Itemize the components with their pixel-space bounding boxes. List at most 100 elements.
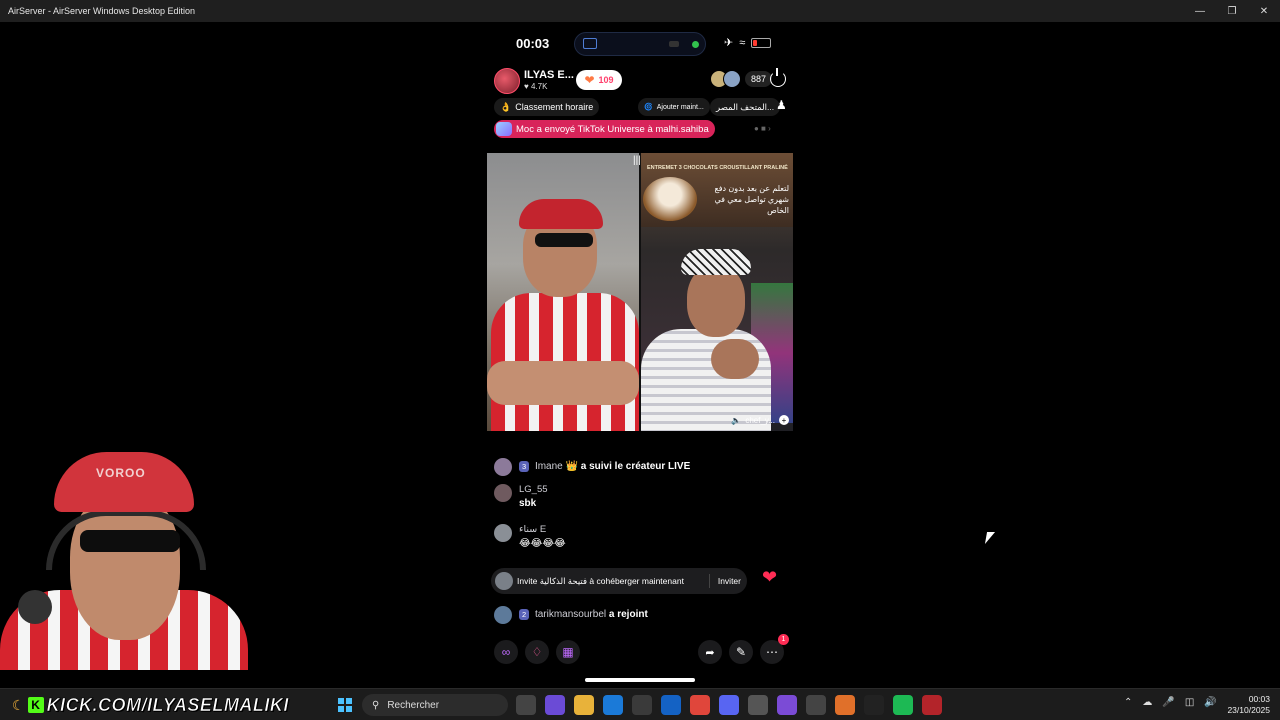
start-button[interactable] xyxy=(338,698,352,712)
add-label: Ajouter maint... xyxy=(656,103,704,111)
gift-extra-icons: ● ■ › xyxy=(754,124,771,133)
cake-image xyxy=(643,177,697,221)
phone-screen: 00:03 ✈ ≈ ILYAS E... ♥ 4.7K ❤ 109 887 👌 xyxy=(484,22,796,688)
share-icon[interactable]: ➦ xyxy=(698,640,722,664)
volume-icon[interactable]: 🔊 xyxy=(1204,697,1216,708)
more-badge: 1 xyxy=(778,634,789,645)
host-arms xyxy=(487,361,639,405)
webcam-overlay: VOROO xyxy=(0,440,248,670)
live-chips: 👌 Classement horaire 🌀 Ajouter maint... … xyxy=(494,98,790,116)
comment-user[interactable]: سناء E xyxy=(519,524,546,535)
edit-icon[interactable]: ✎ xyxy=(729,640,753,664)
host-avatar[interactable] xyxy=(494,68,520,94)
discord-icon[interactable] xyxy=(719,695,739,715)
comment-user[interactable]: LG_55 xyxy=(519,484,548,495)
maximize-button[interactable]: ❐ xyxy=(1216,0,1248,22)
follow-count: 109 xyxy=(598,75,614,85)
invite-text: Invite فتيحة الذكالية à cohéberger maint… xyxy=(517,575,684,586)
phone-status-bar: 00:03 ✈ ≈ xyxy=(484,32,796,56)
gift-banner-text: Moc a envoyé TikTok Universe à malhi.sah… xyxy=(516,123,709,135)
host-likes: ♥ 4.7K xyxy=(524,82,548,91)
cake-poster: ENTREMET 3 CHOCOLATS CROUSTILLANT PRALIN… xyxy=(641,153,793,227)
minimize-button[interactable]: — xyxy=(1184,0,1216,22)
obs-icon[interactable] xyxy=(806,695,826,715)
cap-text: VOROO xyxy=(96,466,146,480)
chevron-up-icon[interactable]: ⌃ xyxy=(1124,697,1132,708)
figure-icon[interactable]: ♟ xyxy=(776,98,787,112)
cohost-invite-bar: Invite فتيحة الذكالية à cohéberger maint… xyxy=(491,568,747,594)
kick-overlay: ☾ K KICK.COM/ILYASELMALIKI xyxy=(12,694,289,716)
tray-clock[interactable]: 00:03 23/10/2025 xyxy=(1226,694,1270,716)
host-glasses xyxy=(535,233,593,247)
arabic-chip[interactable]: المتحف المصر... xyxy=(710,98,781,116)
comment-text: 😂😂😂😂 xyxy=(519,538,566,549)
gift-banner: Moc a envoyé TikTok Universe à malhi.sah… xyxy=(494,120,715,138)
invite-button[interactable]: Inviter xyxy=(718,576,741,586)
home-indicator[interactable] xyxy=(585,678,695,682)
network-icon[interactable]: ◫ xyxy=(1185,697,1194,708)
comment-avatar xyxy=(494,458,512,476)
follow-guest-icon[interactable]: + xyxy=(779,415,789,425)
app-a-icon[interactable] xyxy=(835,695,855,715)
battery-icon xyxy=(751,37,772,48)
left-video-panel[interactable] xyxy=(487,153,639,431)
cake-poster-arabic: لتعلم عن بعد بدون دفع شهري تواصل معي في … xyxy=(714,184,789,215)
screen-mirror-icon xyxy=(583,38,597,49)
mic-icon[interactable]: 🎤 xyxy=(1162,697,1174,708)
match-icon[interactable]: ♢ xyxy=(525,640,549,664)
thumb-icon: 👌 xyxy=(500,101,512,112)
app-b-icon[interactable] xyxy=(864,695,884,715)
taskbar-apps xyxy=(516,695,942,715)
power-icon[interactable] xyxy=(770,68,786,87)
kick-logo-icon: K xyxy=(27,697,44,713)
file-explorer-icon[interactable] xyxy=(574,695,594,715)
follow-button[interactable]: ❤ 109 xyxy=(576,70,622,90)
moon-icon: ☾ xyxy=(12,696,25,713)
host-name[interactable]: ILYAS E... xyxy=(524,69,574,81)
guest-name: chef_y... xyxy=(745,415,775,425)
comment-user[interactable]: Imane xyxy=(535,461,563,472)
outlook-icon[interactable] xyxy=(661,695,681,715)
guest-scarf xyxy=(681,249,751,275)
like-heart-icon[interactable]: ❤ xyxy=(762,567,777,588)
heart-icon: ❤ xyxy=(584,73,595,87)
camera-icon xyxy=(669,41,679,47)
guest-tag[interactable]: 🔈 chef_y... + xyxy=(731,415,789,425)
spotify-icon[interactable] xyxy=(893,695,913,715)
comment-user[interactable]: tarikmansourbel xyxy=(535,609,606,620)
speaker-icon: 🔈 xyxy=(731,415,742,425)
store-icon[interactable] xyxy=(632,695,652,715)
apps-icon[interactable]: ▦ xyxy=(556,640,580,664)
edge-icon[interactable] xyxy=(603,695,623,715)
split-layout-icon[interactable]: ||| xyxy=(633,155,641,166)
airserver-icon[interactable] xyxy=(748,695,768,715)
copilot-icon[interactable] xyxy=(545,695,565,715)
live-host-row: ILYAS E... ♥ 4.7K ❤ 109 887 xyxy=(494,68,790,94)
host-cap xyxy=(519,199,603,229)
collab-icon[interactable]: ∞ xyxy=(494,640,518,664)
windows-taskbar: ☾ K KICK.COM/ILYASELMALIKI ⚲ Rechercher … xyxy=(0,688,1280,720)
guest-hand xyxy=(711,339,759,379)
dynamic-island xyxy=(574,32,706,56)
cloud-icon[interactable]: ☁ xyxy=(1142,697,1152,708)
right-video-panel[interactable]: ENTREMET 3 CHOCOLATS CROUSTILLANT PRALIN… xyxy=(641,153,793,431)
guest-face xyxy=(687,265,745,337)
tray-date: 23/10/2025 xyxy=(1227,705,1270,715)
chrome-icon[interactable] xyxy=(690,695,710,715)
viewer-list[interactable]: 887 xyxy=(710,70,773,88)
ranking-chip[interactable]: 👌 Classement horaire xyxy=(494,98,600,116)
comment-text: sbk xyxy=(519,498,537,509)
close-button[interactable]: ✕ xyxy=(1248,0,1280,22)
level-badge: 2 xyxy=(519,609,530,620)
wifi-icon: ≈ xyxy=(739,36,746,49)
task-view-icon[interactable] xyxy=(516,695,536,715)
live-video-split[interactable]: ENTREMET 3 CHOCOLATS CROUSTILLANT PRALIN… xyxy=(487,153,793,431)
add-chip[interactable]: 🌀 Ajouter maint... xyxy=(638,98,710,116)
arabic-chip-label: المتحف المصر... xyxy=(716,101,775,112)
airplane-icon: ✈ xyxy=(724,37,734,49)
app-c-icon[interactable] xyxy=(922,695,942,715)
cake-poster-title: ENTREMET 3 CHOCOLATS CROUSTILLANT PRALIN… xyxy=(647,165,788,171)
kick-url: KICK.COM/ILYASELMALIKI xyxy=(46,694,289,715)
game-icon[interactable] xyxy=(777,695,797,715)
taskbar-search[interactable]: ⚲ Rechercher xyxy=(362,694,508,716)
